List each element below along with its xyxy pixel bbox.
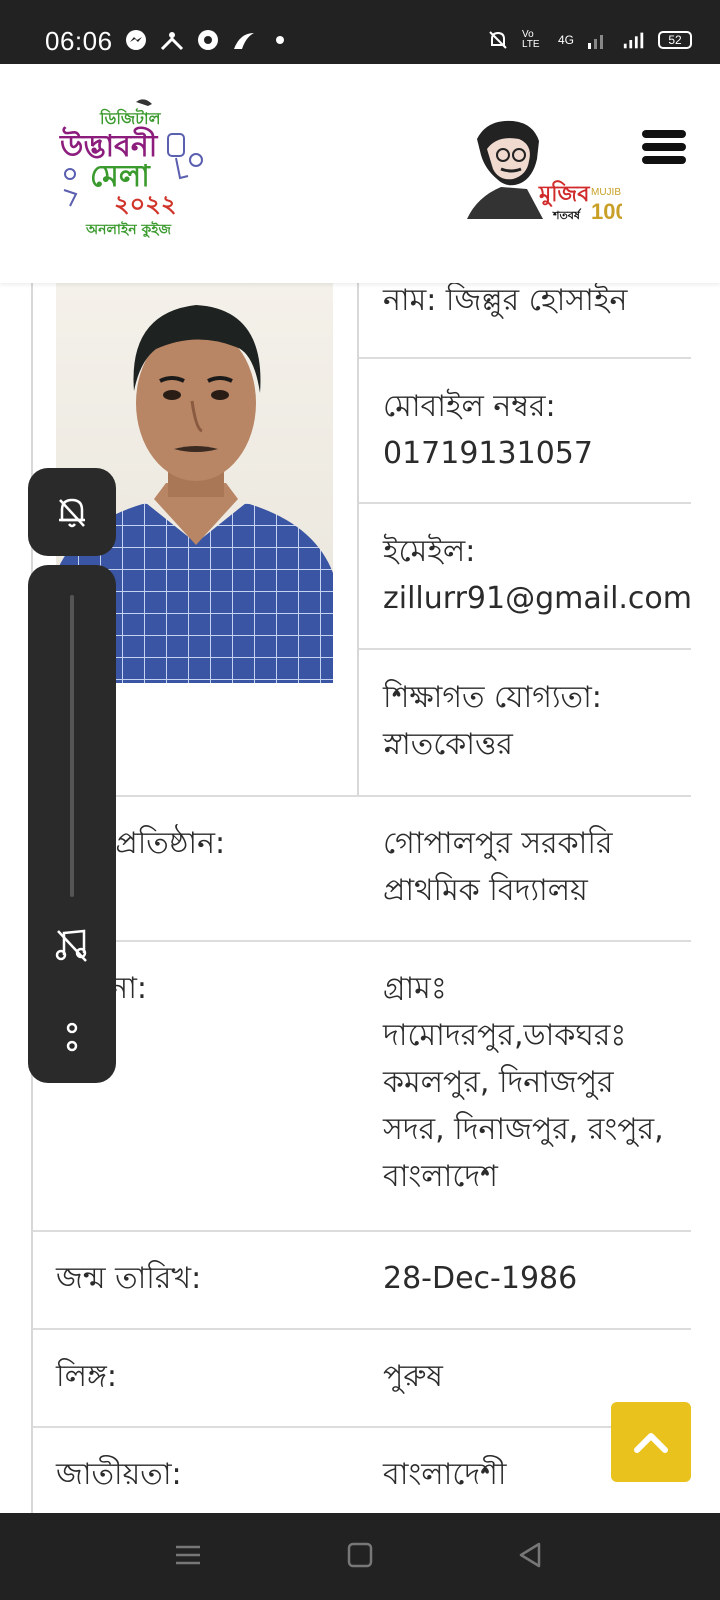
media-mute-icon[interactable] (52, 925, 92, 965)
mute-notification-button[interactable] (28, 468, 116, 556)
volume-panel (28, 565, 116, 1083)
column-divider (357, 283, 359, 795)
logo-line3: মেলা (90, 159, 151, 194)
gender-label: লিঙ্গ: (56, 1359, 117, 1394)
home-button[interactable] (340, 1535, 380, 1575)
row-divider (359, 648, 691, 650)
profile-name: নাম: জিল্লুর হোসাইন (383, 283, 628, 318)
nationality-value: বাংলাদেশী (383, 1457, 507, 1492)
more-notifications-dot (268, 28, 292, 52)
gender-value: পুরুষ (383, 1359, 443, 1394)
signal-icon-1 (586, 28, 610, 52)
profile-mobile: মোবাইল নম্বর: 01719131057 (383, 389, 593, 471)
chrome-icon (196, 28, 220, 52)
app-icon (160, 28, 184, 52)
more-options-icon[interactable] (62, 1020, 82, 1060)
site-header: ডিজিটাল উদ্ভাবনী মেলা ২০২২ অনলাইন কুইজ ম… (0, 64, 720, 283)
home-square-icon (347, 1542, 373, 1568)
birthdate-label: জন্ম তারিখ: (56, 1261, 202, 1296)
row-divider (359, 502, 691, 504)
mujib-100: 100 (591, 199, 622, 224)
mujib-english: MUJIB (591, 187, 621, 198)
back-button[interactable] (510, 1535, 550, 1575)
logo-line1: ডিজিটাল (99, 108, 162, 128)
mujib-100-logo[interactable]: মুজিব শতবর্ষ MUJIB 100 (467, 119, 628, 224)
row-divider (33, 1426, 691, 1428)
recent-apps-button[interactable] (168, 1535, 208, 1575)
grameenphone-icon (232, 28, 256, 52)
chevron-up-icon (634, 1433, 668, 1453)
profile-education: শিক্ষাগত যোগ্যতা: স্নাতকোত্তর (383, 680, 602, 762)
row-divider (33, 795, 691, 797)
status-bar: 06:06 Vo LTE 4G 52 (0, 0, 720, 64)
volte-label: Vo LTE (521, 29, 540, 50)
back-to-top-button[interactable] (611, 1402, 691, 1482)
logo-line4: অনলাইন কুইজ (85, 220, 172, 239)
signal-icon-2 (622, 28, 646, 52)
row-divider (359, 357, 691, 359)
menu-icon[interactable] (642, 130, 686, 164)
network-label: 4G (557, 33, 574, 47)
bell-off-icon (59, 498, 85, 528)
mujib-bangla: মুজিব (538, 180, 590, 208)
row-divider (33, 1328, 691, 1330)
notification-icons (124, 28, 292, 52)
menu-lines-icon (176, 1545, 200, 1565)
row-divider (33, 940, 691, 942)
messenger-icon (124, 28, 148, 52)
logo-year: ২০২২ (114, 190, 176, 218)
birthdate-value: 28-Dec-1986 (383, 1261, 578, 1296)
profile-email: ইমেইল: zillurr91@gmail.com (383, 534, 693, 616)
system-navigation-bar (0, 1513, 720, 1600)
system-icons: Vo LTE 4G 52 (486, 28, 692, 52)
status-time: 06:06 (45, 26, 113, 56)
volume-slider[interactable] (70, 595, 74, 897)
battery-icon: 52 (658, 31, 692, 49)
back-triangle-icon (519, 1542, 541, 1568)
institution-value: গোপালপুর সরকারি প্রাথমিক বিদ্যালয় (383, 826, 613, 908)
shatabarsha: শতবর্ষ (552, 208, 582, 222)
row-divider (33, 1230, 691, 1232)
nationality-label: জাতীয়তা: (56, 1457, 182, 1492)
silent-bell-icon (486, 28, 510, 52)
innovation-fair-logo[interactable]: ডিজিটাল উদ্ভাবনী মেলা ২০২২ অনলাইন কুইজ (56, 94, 206, 244)
address-value: গ্রামঃ দামোদরপুর,ডাকঘরঃ কমলপুর, দিনাজপুর… (383, 971, 664, 1194)
